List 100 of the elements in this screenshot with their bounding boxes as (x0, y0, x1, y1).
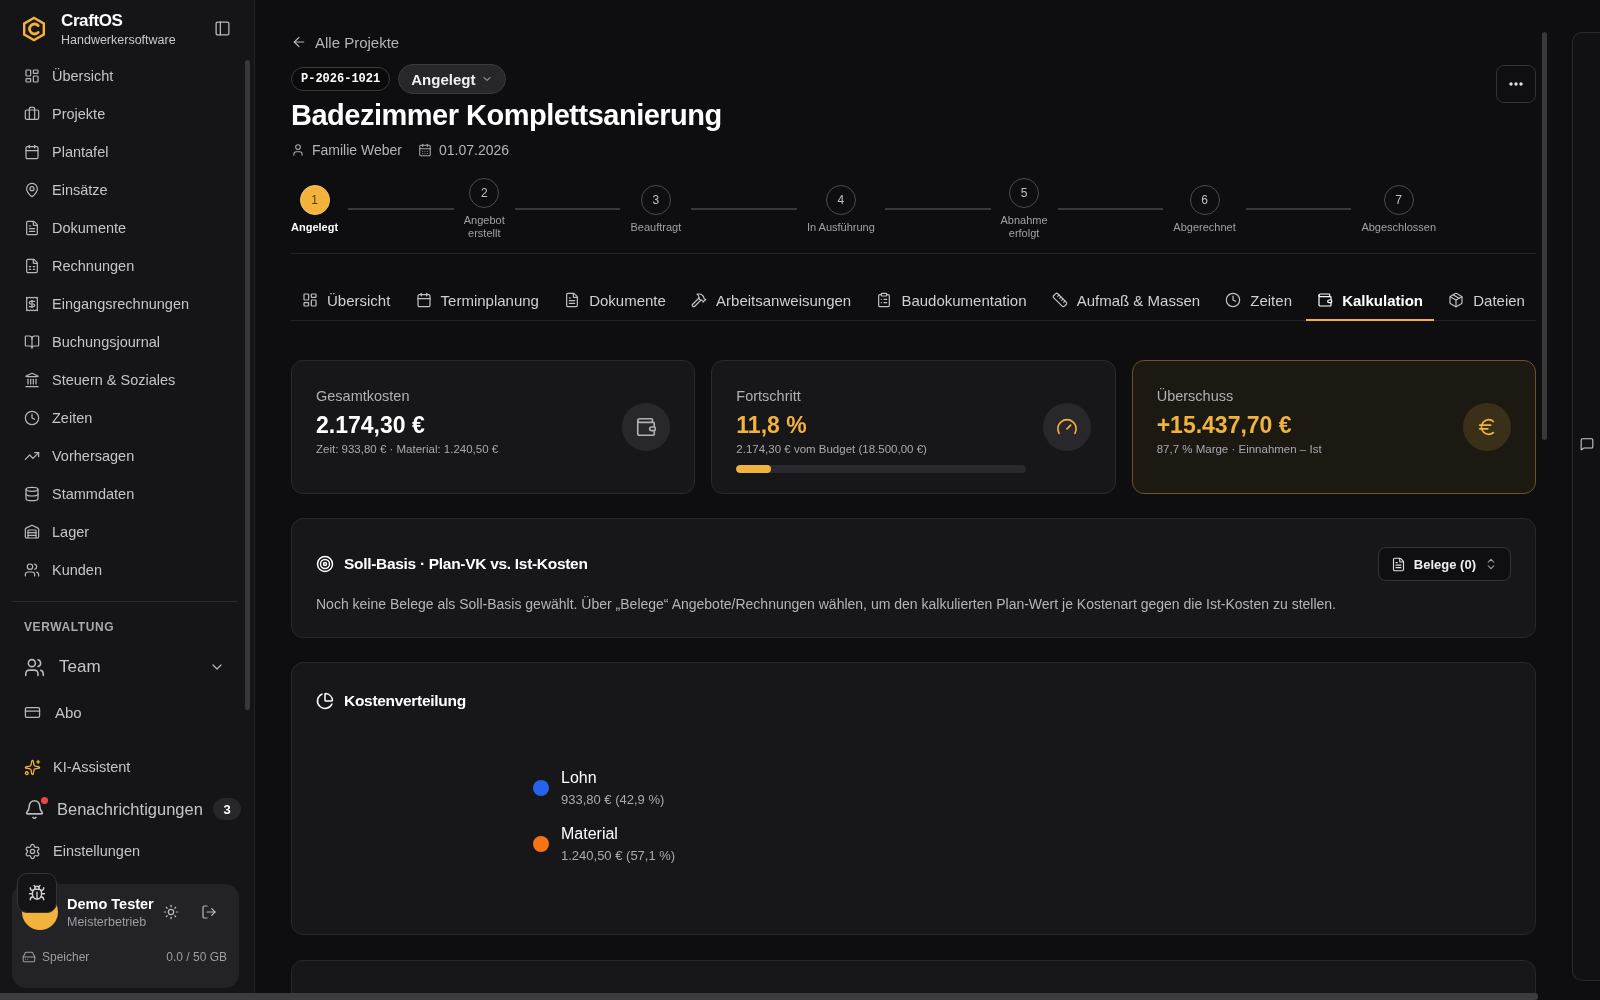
nav-item[interactable]: Plantafel (12, 133, 241, 171)
nav-item[interactable]: Lager (12, 513, 241, 551)
storage-label: Speicher (42, 950, 90, 964)
step-label: Angelegt (291, 220, 339, 234)
tab[interactable]: Aufmaß & Massen (1040, 281, 1212, 321)
calendar-icon (415, 292, 432, 308)
legend-reading: 933,80 € (42,9 %) (561, 792, 665, 808)
clock-icon (24, 410, 40, 426)
user-role: Meisterbetrieb (67, 914, 148, 929)
nav-item[interactable]: Einsätze (12, 171, 241, 209)
ruler-icon (1051, 292, 1068, 308)
stat-value: 2.174,30 € (316, 411, 426, 439)
calendar-icon (418, 143, 432, 157)
step-label: In Ausführung (806, 220, 875, 234)
bell-icon (24, 798, 45, 820)
tab[interactable]: Kalkulation (1306, 281, 1435, 321)
nav-item[interactable]: Rechnungen (12, 247, 241, 285)
scrollbar-thumb[interactable] (0, 993, 1538, 1000)
tab[interactable]: Arbeitsanweisungen (680, 281, 863, 321)
document-icon (1390, 556, 1406, 572)
step-label: Angebot erstellt (463, 214, 505, 240)
settings-link[interactable]: Einstellungen (12, 832, 241, 870)
nav-item[interactable]: Projekte (12, 95, 241, 133)
warehouse-icon (24, 524, 40, 540)
tab[interactable]: Baudokumentation (865, 281, 1038, 321)
step-label: Abgeschlossen (1361, 220, 1436, 234)
nav-item[interactable]: Kunden (12, 551, 241, 589)
logo-icon (22, 15, 46, 42)
message-icon (1579, 437, 1594, 451)
euro-icon (1463, 403, 1511, 451)
stat-label: Fortschritt (736, 387, 802, 405)
status-dropdown[interactable]: Angelegt (398, 64, 507, 94)
wallet-icon (1317, 292, 1334, 308)
step-marker[interactable]: 1 (299, 184, 330, 215)
nav-item[interactable]: Abo (12, 689, 241, 735)
arrow-left-icon (291, 34, 307, 50)
stat-detail: Zeit: 933,80 € · Material: 1.240,50 € (316, 443, 500, 455)
nav-group[interactable]: Team (12, 645, 241, 689)
sparkles-icon (24, 758, 41, 776)
calendar-icon (24, 144, 40, 160)
dashboard-icon (302, 292, 318, 308)
assistant-link[interactable]: KI-Assistent (12, 748, 241, 786)
stat-value: 11,8 % (736, 411, 808, 439)
scrollbar-thumb[interactable] (1542, 32, 1547, 440)
nav-item[interactable]: Stammdaten (12, 475, 241, 513)
nav-item[interactable]: Dokumente (12, 209, 241, 247)
package-icon (1448, 292, 1465, 308)
nav-item[interactable]: Übersicht (12, 57, 241, 95)
legend-label: Material (561, 824, 619, 844)
theme-toggle-button[interactable] (163, 904, 179, 920)
tab[interactable]: Übersicht (291, 281, 402, 321)
scrollbar-thumb[interactable] (245, 60, 250, 710)
users-icon (24, 562, 40, 578)
sidebar-toggle-button[interactable] (214, 20, 231, 37)
stat-value: +15.437,70 € (1156, 411, 1293, 439)
tab[interactable]: Dateien (1437, 281, 1536, 321)
nav-item[interactable]: Eingangsrechnungen (12, 285, 241, 323)
briefcase-icon (24, 106, 40, 122)
brand-name: CraftOS (61, 10, 124, 31)
more-icon (1509, 82, 1523, 86)
nav-item[interactable]: Steuern & Soziales (12, 361, 241, 399)
person-icon (291, 143, 305, 157)
document-icon (24, 220, 40, 236)
section-description: Noch keine Belege als Soll-Basis gewählt. Über „Belege“ Angebote/Rechnungen wählen, um den kalkulierten Plan-Wert je Kostenart gegen die Ist-Kosten zu stellen. (316, 595, 1337, 613)
legend-reading: 1.240,50 € (57,1 %) (561, 848, 676, 864)
back-link[interactable]: Alle Projekte (291, 32, 400, 52)
users-icon (24, 656, 45, 678)
receipts-select-button[interactable]: Belege (0) (1377, 547, 1511, 581)
dashboard-icon (24, 68, 40, 84)
section-title: Soll-Basis · Plan-VK vs. Ist-Kosten (344, 555, 588, 573)
legend-label: Lohn (561, 768, 598, 788)
count-badge: 3 (213, 798, 241, 820)
map-pin-icon (24, 182, 40, 198)
receipt-icon (24, 296, 40, 312)
bug-report-button[interactable] (17, 873, 57, 913)
tab[interactable]: Zeiten (1214, 281, 1303, 321)
sun-icon (163, 904, 179, 920)
nav-item[interactable]: Zeiten (12, 399, 241, 437)
spreadsheet-icon (24, 258, 40, 274)
tab[interactable]: Terminplanung (404, 281, 550, 321)
bug-icon (28, 884, 46, 902)
step-label: Abnahme erfolgt (1000, 214, 1048, 240)
bank-icon (24, 372, 40, 388)
nav-item[interactable]: Vorhersagen (12, 437, 241, 475)
stat-detail: 2.174,30 € vom Budget (18.500,00 €) (736, 443, 928, 455)
stat-label: Gesamtkosten (316, 387, 411, 405)
nav-item[interactable]: Buchungsjournal (12, 323, 241, 361)
tab[interactable]: Dokumente (553, 281, 677, 321)
clock-icon (1225, 292, 1242, 308)
project-date: 01.07.2026 (439, 142, 510, 158)
target-icon (316, 555, 334, 573)
clipboard-icon (876, 292, 893, 308)
logout-button[interactable] (201, 904, 217, 920)
step-label: Abgerechnet (1173, 220, 1236, 234)
database-icon (24, 486, 40, 502)
pie-chart-icon (316, 692, 334, 710)
notifications-link[interactable]: Benachrichtigungen 3 (12, 786, 241, 832)
more-button[interactable] (1496, 65, 1536, 103)
customer-name: Familie Weber (312, 142, 402, 158)
open-book-icon (24, 334, 40, 350)
